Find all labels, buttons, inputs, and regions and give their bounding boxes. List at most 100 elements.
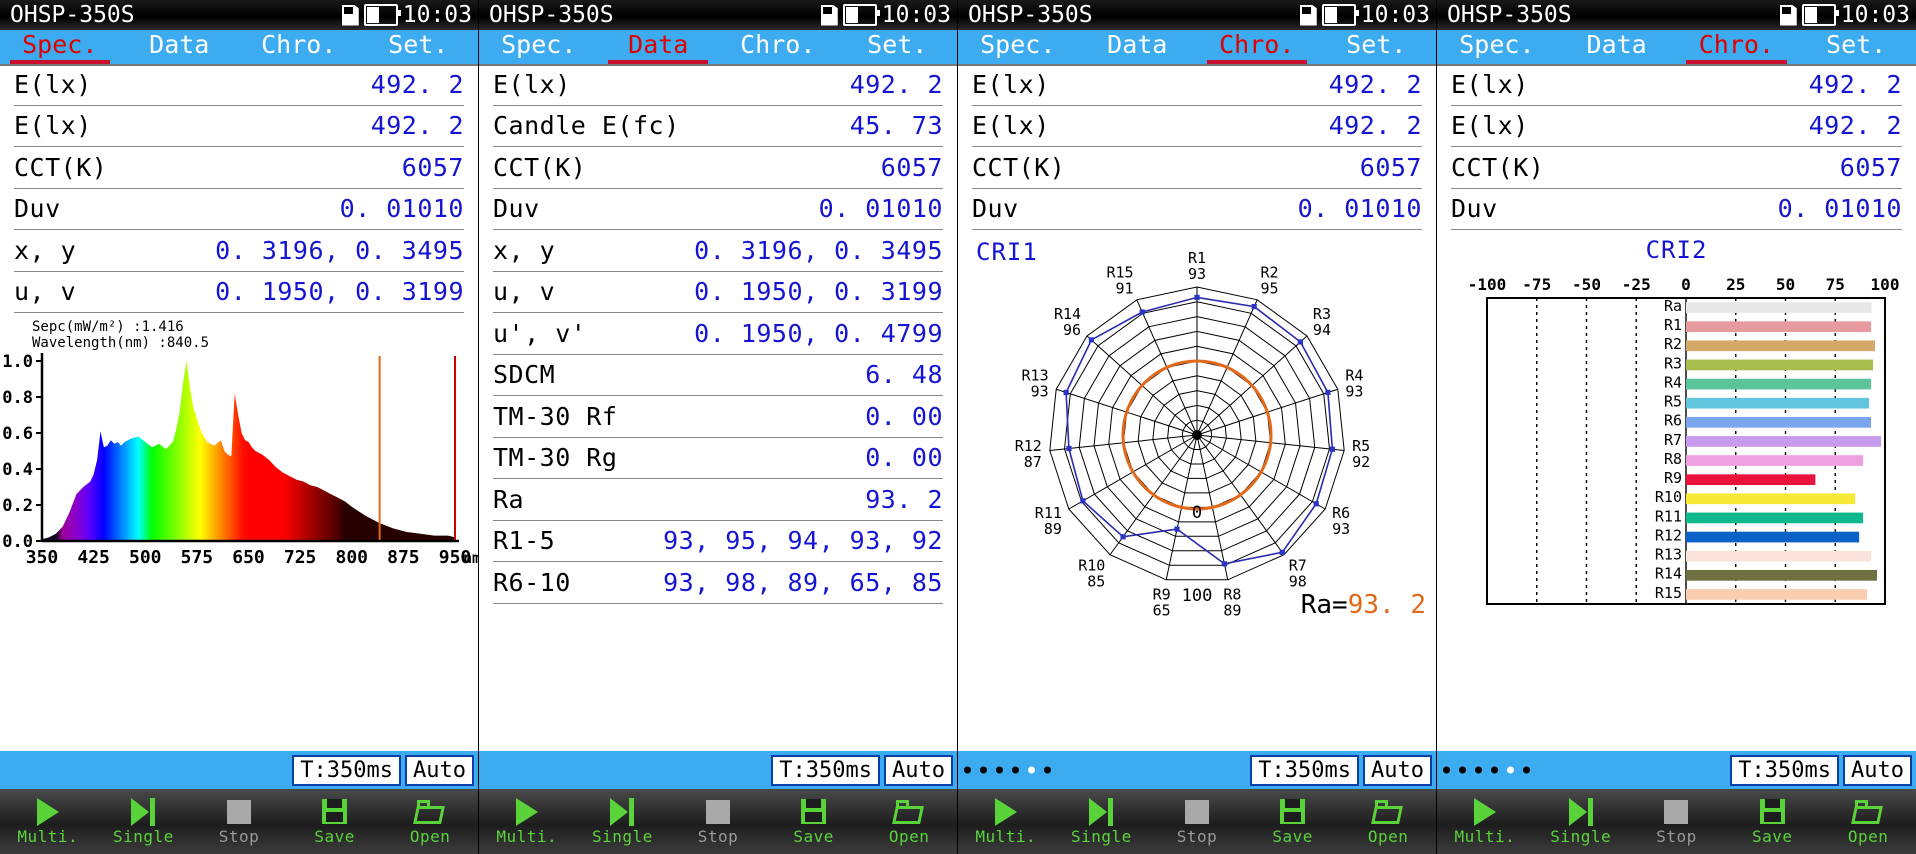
measurement-list: E(lx) 492. 2 Candle E(fc) 45. 73 CCT(K) 6057 D… bbox=[479, 64, 957, 604]
row-value: 0. 00 bbox=[865, 443, 943, 473]
button-label: Open bbox=[888, 826, 930, 846]
table-row: Duv 0. 01010 bbox=[1451, 189, 1902, 230]
tab-data[interactable]: Data bbox=[1557, 30, 1677, 64]
row-key: TM-30 Rf bbox=[493, 401, 618, 431]
tab-chro[interactable]: Chro. bbox=[1197, 30, 1317, 64]
svg-text:0.6: 0.6 bbox=[2, 424, 33, 444]
cri1-title: CRI1 bbox=[976, 238, 1038, 266]
button-label: Stop bbox=[697, 826, 739, 846]
page-indicator[interactable] bbox=[1443, 766, 1530, 774]
table-row: Ra 93. 2 bbox=[493, 479, 943, 521]
row-key: u', v' bbox=[493, 318, 587, 348]
integration-time-box[interactable]: T:350ms bbox=[771, 754, 881, 786]
tab-spec[interactable]: Spec. bbox=[958, 30, 1078, 64]
svg-text:R11: R11 bbox=[1655, 507, 1682, 525]
stop-button[interactable]: Stop bbox=[1149, 798, 1245, 846]
step-forward-icon bbox=[1089, 797, 1114, 826]
page-indicator[interactable] bbox=[964, 766, 1051, 774]
tab-set[interactable]: Set. bbox=[359, 30, 479, 64]
open-button[interactable]: Open bbox=[1340, 798, 1436, 846]
auto-button[interactable]: Auto bbox=[1843, 754, 1912, 786]
multi-button[interactable]: Multi. bbox=[1437, 797, 1533, 846]
spectrum-plot: 0.00.20.40.60.81.0350 425 500 575 650 725 800 8… bbox=[2, 352, 479, 568]
tab-chro[interactable]: Chro. bbox=[718, 30, 838, 64]
tab-data[interactable]: Data bbox=[1078, 30, 1198, 64]
stop-button[interactable]: Stop bbox=[1629, 798, 1725, 846]
single-button[interactable]: Single bbox=[1533, 797, 1629, 846]
row-value: 93, 98, 89, 65, 85 bbox=[663, 567, 943, 597]
tab-chro[interactable]: Chro. bbox=[239, 30, 359, 64]
tab-spec[interactable]: Spec. bbox=[479, 30, 599, 64]
row-key: Duv bbox=[1451, 194, 1498, 224]
row-value: 0. 01010 bbox=[818, 194, 943, 224]
stop-icon bbox=[226, 798, 251, 826]
multi-button[interactable]: Multi. bbox=[0, 797, 96, 846]
status-bar: OHSP-350S 10:03 bbox=[479, 0, 957, 30]
row-value: 492. 2 bbox=[849, 69, 943, 99]
step-forward-icon bbox=[131, 797, 156, 826]
integration-time-box[interactable]: T:350ms bbox=[1730, 754, 1840, 786]
floppy-disk-icon bbox=[1759, 798, 1785, 826]
table-row: Candle E(fc) 45. 73 bbox=[493, 106, 943, 147]
svg-text:75: 75 bbox=[1826, 275, 1845, 294]
tab-set[interactable]: Set. bbox=[1796, 30, 1916, 64]
svg-text:65: 65 bbox=[1153, 601, 1171, 619]
tab-set[interactable]: Set. bbox=[838, 30, 958, 64]
open-button[interactable]: Open bbox=[861, 798, 957, 846]
save-button[interactable]: Save bbox=[766, 798, 862, 846]
svg-text:R3: R3 bbox=[1664, 354, 1682, 372]
table-row: CCT(K) 6057 bbox=[1451, 147, 1902, 189]
clock: 10:03 bbox=[1360, 2, 1430, 28]
multi-button[interactable]: Multi. bbox=[958, 797, 1054, 846]
save-button[interactable]: Save bbox=[287, 798, 383, 846]
spectrum-power-label: Sepc(mW/m²) :1.416 bbox=[32, 319, 184, 335]
tab-set[interactable]: Set. bbox=[1317, 30, 1437, 64]
single-button[interactable]: Single bbox=[96, 797, 192, 846]
open-button[interactable]: Open bbox=[1820, 798, 1916, 846]
play-icon bbox=[36, 797, 59, 826]
table-row: SDCM 6. 48 bbox=[493, 355, 943, 396]
stop-button[interactable]: Stop bbox=[191, 798, 287, 846]
svg-text:96: 96 bbox=[1063, 321, 1081, 339]
measurement-list: E(lx) 492. 2 E(lx) 492. 2 CCT(K) 6057 Du… bbox=[1437, 64, 1916, 230]
table-row: E(lx) 492. 2 bbox=[972, 64, 1422, 106]
svg-text:0: 0 bbox=[1681, 275, 1691, 294]
multi-button[interactable]: Multi. bbox=[479, 797, 575, 846]
save-button[interactable]: Save bbox=[1245, 798, 1341, 846]
auto-button[interactable]: Auto bbox=[884, 754, 953, 786]
row-value: 0. 1950, 0. 3199 bbox=[215, 277, 464, 307]
svg-text:95: 95 bbox=[1260, 280, 1278, 298]
table-row: Duv 0. 01010 bbox=[972, 189, 1422, 230]
tab-data[interactable]: Data bbox=[599, 30, 719, 64]
svg-text:800: 800 bbox=[335, 547, 368, 568]
auto-button[interactable]: Auto bbox=[1363, 754, 1432, 786]
table-row: x, y 0. 3196, 0. 3495 bbox=[14, 230, 464, 272]
integration-time-box[interactable]: T:350ms bbox=[1250, 754, 1360, 786]
row-value: 6057 bbox=[880, 152, 943, 182]
page-dot bbox=[964, 766, 971, 774]
svg-text:0.8: 0.8 bbox=[2, 388, 33, 408]
single-button[interactable]: Single bbox=[575, 797, 671, 846]
svg-text:92: 92 bbox=[1352, 453, 1370, 471]
row-key: E(lx) bbox=[493, 69, 571, 99]
row-value: 6057 bbox=[1359, 152, 1422, 182]
table-row: E(lx) 492. 2 bbox=[1451, 64, 1902, 106]
row-key: E(lx) bbox=[972, 69, 1050, 99]
single-button[interactable]: Single bbox=[1054, 797, 1150, 846]
open-button[interactable]: Open bbox=[382, 798, 478, 846]
svg-text:nm: nm bbox=[463, 549, 479, 567]
tab-spec[interactable]: Spec. bbox=[1437, 30, 1557, 64]
row-key: E(lx) bbox=[14, 111, 92, 141]
svg-text:98: 98 bbox=[1289, 573, 1307, 591]
tab-chro[interactable]: Chro. bbox=[1677, 30, 1797, 64]
tab-data[interactable]: Data bbox=[120, 30, 240, 64]
open-folder-icon bbox=[894, 798, 924, 826]
svg-text:1.0: 1.0 bbox=[2, 352, 33, 372]
svg-text:575: 575 bbox=[181, 547, 214, 568]
stop-button[interactable]: Stop bbox=[670, 798, 766, 846]
auto-button[interactable]: Auto bbox=[405, 754, 474, 786]
svg-text:725: 725 bbox=[284, 547, 317, 568]
integration-time-box[interactable]: T:350ms bbox=[292, 754, 402, 786]
save-button[interactable]: Save bbox=[1724, 798, 1820, 846]
tab-spec[interactable]: Spec. bbox=[0, 30, 120, 64]
